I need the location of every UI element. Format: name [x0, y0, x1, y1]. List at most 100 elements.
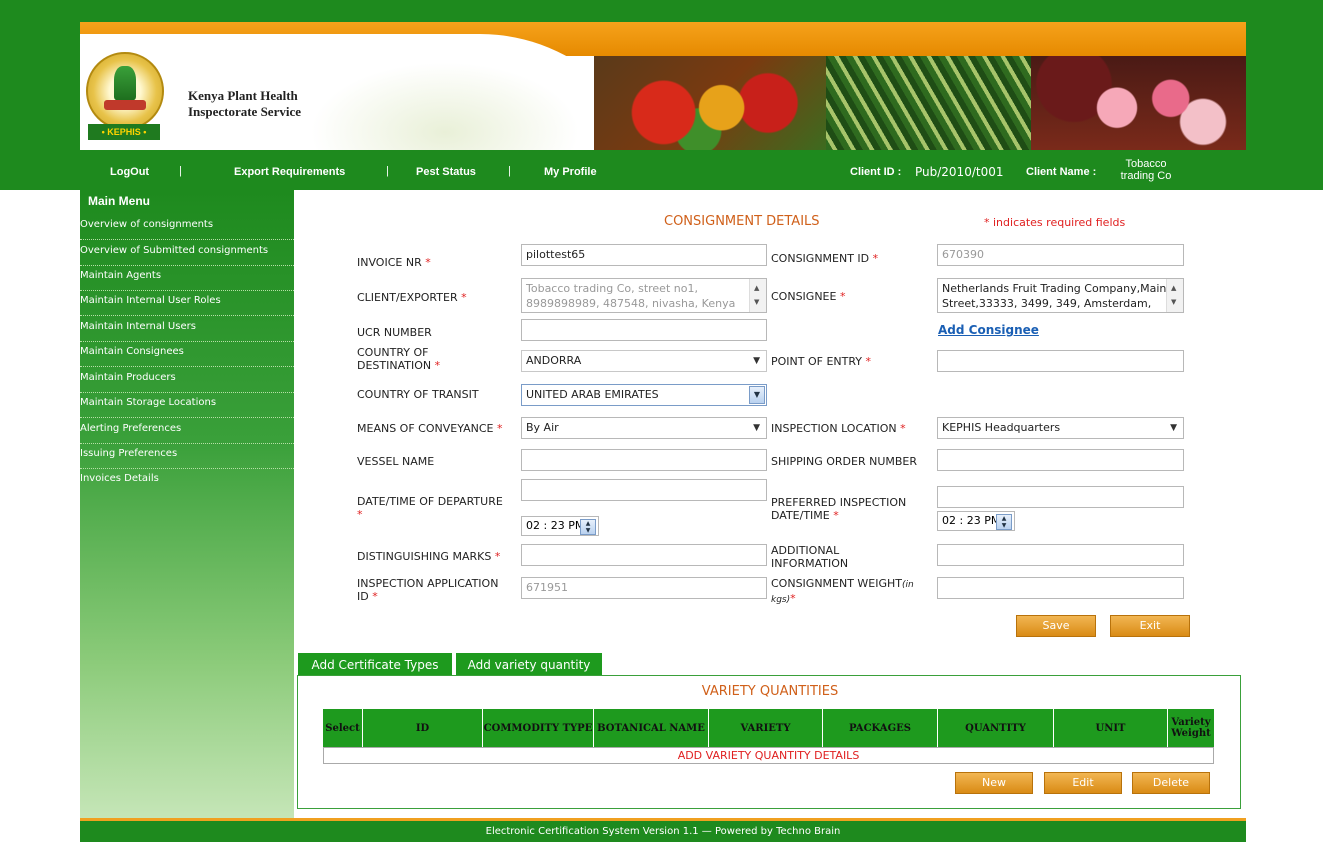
org-name: Kenya Plant Health Inspectorate Service — [188, 88, 388, 120]
nav-my-profile[interactable]: My Profile — [544, 166, 597, 178]
spinner-icon: ▲ ▼ — [580, 519, 596, 535]
save-button[interactable]: Save — [1016, 615, 1096, 637]
chevron-down-icon: ▼ — [1170, 423, 1177, 433]
main-menu-title: Main Menu — [88, 194, 150, 208]
vessel-name-input[interactable] — [521, 449, 767, 471]
consignment-id-input[interactable]: 670390 — [937, 244, 1184, 266]
col-botanical-name: BOTANICAL NAME — [594, 709, 709, 747]
sidebar-item-issuing-preferences[interactable]: Issuing Preferences — [80, 443, 294, 469]
sidebar-item-maintain-agents[interactable]: Maintain Agents — [80, 265, 294, 291]
add-consignee-link[interactable]: Add Consignee — [938, 323, 1039, 337]
consignment-weight-label: CONSIGNMENT WEIGHT(in kgs)* — [771, 577, 914, 605]
client-id-value: Pub/2010/t001 — [915, 165, 1004, 179]
flowers-photo — [1031, 56, 1246, 150]
shipping-order-input[interactable] — [937, 449, 1184, 471]
col-select: Select — [323, 709, 363, 747]
additional-info-input[interactable] — [937, 544, 1184, 566]
sidebar-item-internal-user-roles[interactable]: Maintain Internal User Roles — [80, 290, 294, 316]
sidebar: Main Menu Overview of consignments Overv… — [80, 190, 294, 820]
distinguishing-marks-label: DISTINGUISHING MARKS * — [357, 550, 501, 563]
means-conveyance-select[interactable]: By Air ▼ — [521, 417, 767, 439]
chevron-down-icon: ▼ — [753, 356, 760, 366]
top-nav: LogOut | Export Requirements | Pest Stat… — [80, 154, 1246, 188]
departure-label: DATE/TIME OF DEPARTURE * — [357, 495, 503, 521]
variety-table-header: Select ID COMMODITY TYPE BOTANICAL NAME … — [323, 709, 1214, 747]
consignee-textarea[interactable]: Netherlands Fruit Trading Company,Main S… — [937, 278, 1184, 313]
ucr-number-input[interactable] — [521, 319, 767, 341]
chevron-down-icon: ▼ — [749, 386, 765, 404]
sidebar-item-producers[interactable]: Maintain Producers — [80, 367, 294, 393]
chevron-down-icon: ▼ — [753, 423, 760, 433]
grass-photo — [826, 56, 1031, 150]
client-exporter-textarea[interactable]: Tobacco trading Co, street no1, 89898989… — [521, 278, 767, 313]
country-transit-label: COUNTRY OF TRANSIT — [357, 388, 479, 401]
edit-button[interactable]: Edit — [1044, 772, 1122, 794]
preferred-inspection-label: PREFERRED INSPECTION DATE/TIME * — [771, 496, 907, 522]
sidebar-item-overview-consignments[interactable]: Overview of consignments — [80, 214, 294, 240]
org-name-line2: Inspectorate Service — [188, 104, 301, 119]
footer: Electronic Certification System Version … — [80, 818, 1246, 842]
sidebar-item-consignees[interactable]: Maintain Consignees — [80, 341, 294, 367]
variety-empty-row: ADD VARIETY QUANTITY DETAILS — [323, 747, 1214, 764]
col-variety-weight: Variety Weight — [1171, 717, 1211, 739]
ucr-number-label: UCR NUMBER — [357, 326, 432, 339]
client-exporter-label: CLIENT/EXPORTER * — [357, 291, 467, 304]
sidebar-item-invoices-details[interactable]: Invoices Details — [80, 468, 294, 493]
col-commodity-type: COMMODITY TYPE — [483, 709, 594, 747]
delete-button[interactable]: Delete — [1132, 772, 1210, 794]
invoice-nr-label: INVOICE NR * — [357, 256, 431, 269]
departure-time-input[interactable]: 02 : 23 PM ▲ ▼ — [521, 516, 599, 536]
point-of-entry-label: POINT OF ENTRY * — [771, 355, 872, 368]
consignment-weight-input[interactable] — [937, 577, 1184, 599]
inspection-location-label: INSPECTION LOCATION * — [771, 422, 906, 435]
country-transit-select[interactable]: UNITED ARAB EMIRATES ▼ — [521, 384, 767, 406]
vessel-name-label: VESSEL NAME — [357, 455, 435, 468]
distinguishing-marks-input[interactable] — [521, 544, 767, 566]
header-banner: • KEPHIS • Kenya Plant Health Inspectora… — [80, 22, 1246, 150]
new-button[interactable]: New — [955, 772, 1033, 794]
nav-logout[interactable]: LogOut — [110, 166, 149, 178]
col-id: ID — [363, 709, 483, 747]
nav-separator: | — [508, 165, 511, 177]
preferred-inspection-time-input[interactable]: 02 : 23 PM ▲ ▼ — [937, 511, 1015, 531]
org-name-line1: Kenya Plant Health — [188, 88, 298, 103]
point-of-entry-input[interactable] — [937, 350, 1184, 372]
logo-ribbon: • KEPHIS • — [88, 124, 160, 140]
nav-separator: | — [179, 165, 182, 177]
tab-add-certificate-types[interactable]: Add Certificate Types — [297, 652, 453, 676]
departure-date-input[interactable] — [521, 479, 767, 501]
logo-emblem-icon — [86, 52, 164, 130]
sidebar-item-overview-submitted[interactable]: Overview of Submitted consignments — [80, 240, 294, 266]
variety-quantities-title: VARIETY QUANTITIES — [701, 684, 839, 699]
col-variety: VARIETY — [709, 709, 823, 747]
additional-info-label: ADDITIONAL INFORMATION — [771, 544, 849, 570]
client-id-label: Client ID : — [850, 166, 902, 178]
sidebar-item-internal-users[interactable]: Maintain Internal Users — [80, 316, 294, 342]
sidebar-item-alerting-preferences[interactable]: Alerting Preferences — [80, 418, 294, 444]
country-destination-label: COUNTRY OF DESTINATION * — [357, 346, 441, 372]
inspection-app-id-input[interactable]: 671951 — [521, 577, 767, 599]
client-name-value: Tobacco trading Co — [1116, 158, 1176, 182]
nav-export-requirements[interactable]: Export Requirements — [234, 166, 345, 178]
nav-pest-status[interactable]: Pest Status — [416, 166, 476, 178]
tab-add-variety-quantity[interactable]: Add variety quantity — [455, 652, 603, 676]
preferred-inspection-date-input[interactable] — [937, 486, 1184, 508]
nav-separator: | — [386, 165, 389, 177]
client-name-line1: Tobacco — [1125, 158, 1167, 170]
required-fields-note: * indicates required fields — [984, 216, 1126, 229]
invoice-nr-input[interactable]: pilottest65 — [521, 244, 767, 266]
shipping-order-label: SHIPPING ORDER NUMBER — [771, 455, 918, 468]
exit-button[interactable]: Exit — [1110, 615, 1190, 637]
inspection-location-select[interactable]: KEPHIS Headquarters ▼ — [937, 417, 1184, 439]
consignee-label: CONSIGNEE * — [771, 290, 846, 303]
col-unit: UNIT — [1054, 709, 1168, 747]
consignment-id-label: CONSIGNMENT ID * — [771, 252, 879, 265]
means-conveyance-label: MEANS OF CONVEYANCE * — [357, 422, 503, 435]
col-quantity: QUANTITY — [938, 709, 1054, 747]
country-destination-select[interactable]: ANDORRA ▼ — [521, 350, 767, 372]
spinner-icon: ▲ ▼ — [996, 514, 1012, 530]
sidebar-item-storage-locations[interactable]: Maintain Storage Locations — [80, 392, 294, 418]
vegetables-photo — [594, 56, 826, 150]
consignment-details-title: CONSIGNMENT DETAILS — [664, 214, 820, 229]
inspection-app-id-label: INSPECTION APPLICATION ID * — [357, 577, 499, 603]
